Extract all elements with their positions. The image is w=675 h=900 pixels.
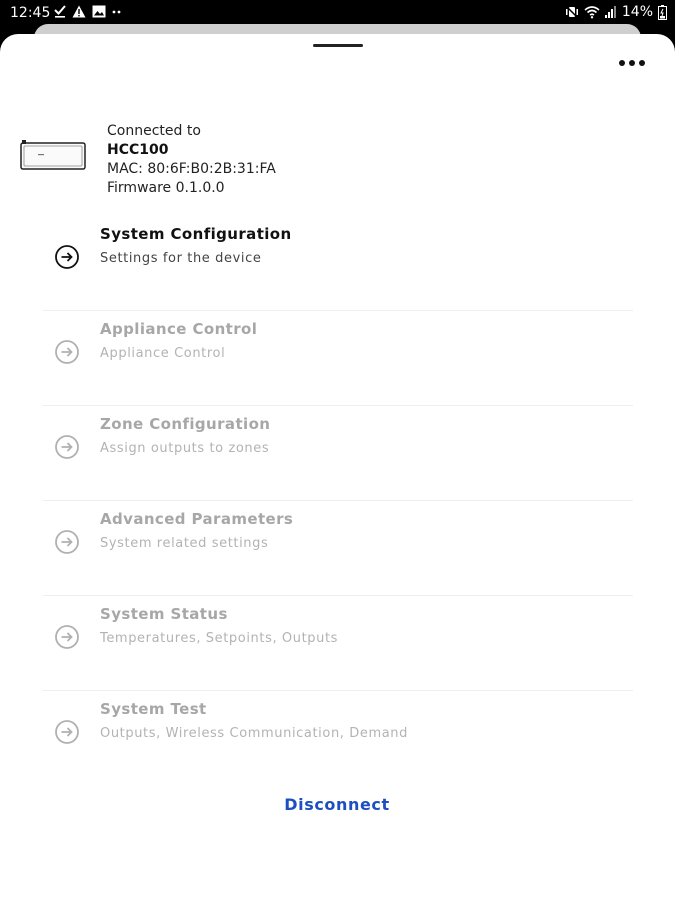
mute-vibrate-icon <box>565 5 579 19</box>
battery-icon <box>658 4 667 20</box>
status-bar: 12:45 14% <box>0 0 675 26</box>
drag-handle[interactable] <box>313 44 363 47</box>
signal-icon <box>604 6 616 18</box>
more-options-button[interactable] <box>615 54 649 72</box>
menu-item-appliance-control: Appliance Control Appliance Control <box>43 311 633 406</box>
disconnect-button[interactable]: Disconnect <box>237 790 437 818</box>
menu-list: System Configuration Settings for the de… <box>43 216 633 786</box>
device-firmware: Firmware 0.1.0.0 <box>107 180 225 196</box>
menu-item-title: System Test <box>100 700 207 718</box>
menu-item-title: Zone Configuration <box>100 415 271 433</box>
menu-item-subtitle: Temperatures, Setpoints, Outputs <box>100 631 339 646</box>
menu-item-subtitle: Appliance Control <box>100 346 226 361</box>
device-info: Connected to HCC100 MAC: 80:6F:B0:2B:31:… <box>107 122 407 198</box>
menu-item-advanced-parameters: Advanced Parameters System related setti… <box>43 501 633 596</box>
arrow-right-circle-icon <box>55 625 79 649</box>
menu-item-system-test: System Test Outputs, Wireless Communicat… <box>43 691 633 786</box>
alert-triangle-icon <box>72 5 86 17</box>
check-icon <box>54 5 66 18</box>
menu-item-title: System Status <box>100 605 228 623</box>
menu-item-system-configuration[interactable]: System Configuration Settings for the de… <box>43 216 633 311</box>
arrow-right-circle-icon <box>55 530 79 554</box>
device-name: HCC100 <box>107 142 169 158</box>
status-right-group: 14% <box>565 4 667 20</box>
wifi-icon <box>584 6 600 19</box>
menu-item-title: Advanced Parameters <box>100 510 294 528</box>
device-mac: MAC: 80:6F:B0:2B:31:FA <box>107 161 276 177</box>
more-options-icon <box>619 60 625 66</box>
menu-item-zone-configuration: Zone Configuration Assign outputs to zon… <box>43 406 633 501</box>
menu-item-title: Appliance Control <box>100 320 258 338</box>
image-icon <box>92 5 106 17</box>
battery-percent: 14% <box>621 4 653 20</box>
menu-item-system-status: System Status Temperatures, Setpoints, O… <box>43 596 633 691</box>
menu-item-subtitle: System related settings <box>100 536 269 551</box>
menu-item-title: System Configuration <box>100 225 292 243</box>
arrow-right-circle-icon <box>55 435 79 459</box>
menu-item-subtitle: Outputs, Wireless Communication, Demand <box>100 726 408 741</box>
status-time: 12:45 <box>10 5 51 21</box>
menu-item-subtitle: Assign outputs to zones <box>100 441 270 456</box>
arrow-right-circle-icon <box>55 245 79 269</box>
more-dots-icon <box>112 10 121 13</box>
connected-to-label: Connected to <box>107 123 201 139</box>
menu-item-subtitle: Settings for the device <box>100 251 262 266</box>
status-notification-icons <box>54 4 122 18</box>
arrow-right-circle-icon <box>55 340 79 364</box>
arrow-right-circle-icon <box>55 720 79 744</box>
controller-device-icon <box>20 140 86 170</box>
